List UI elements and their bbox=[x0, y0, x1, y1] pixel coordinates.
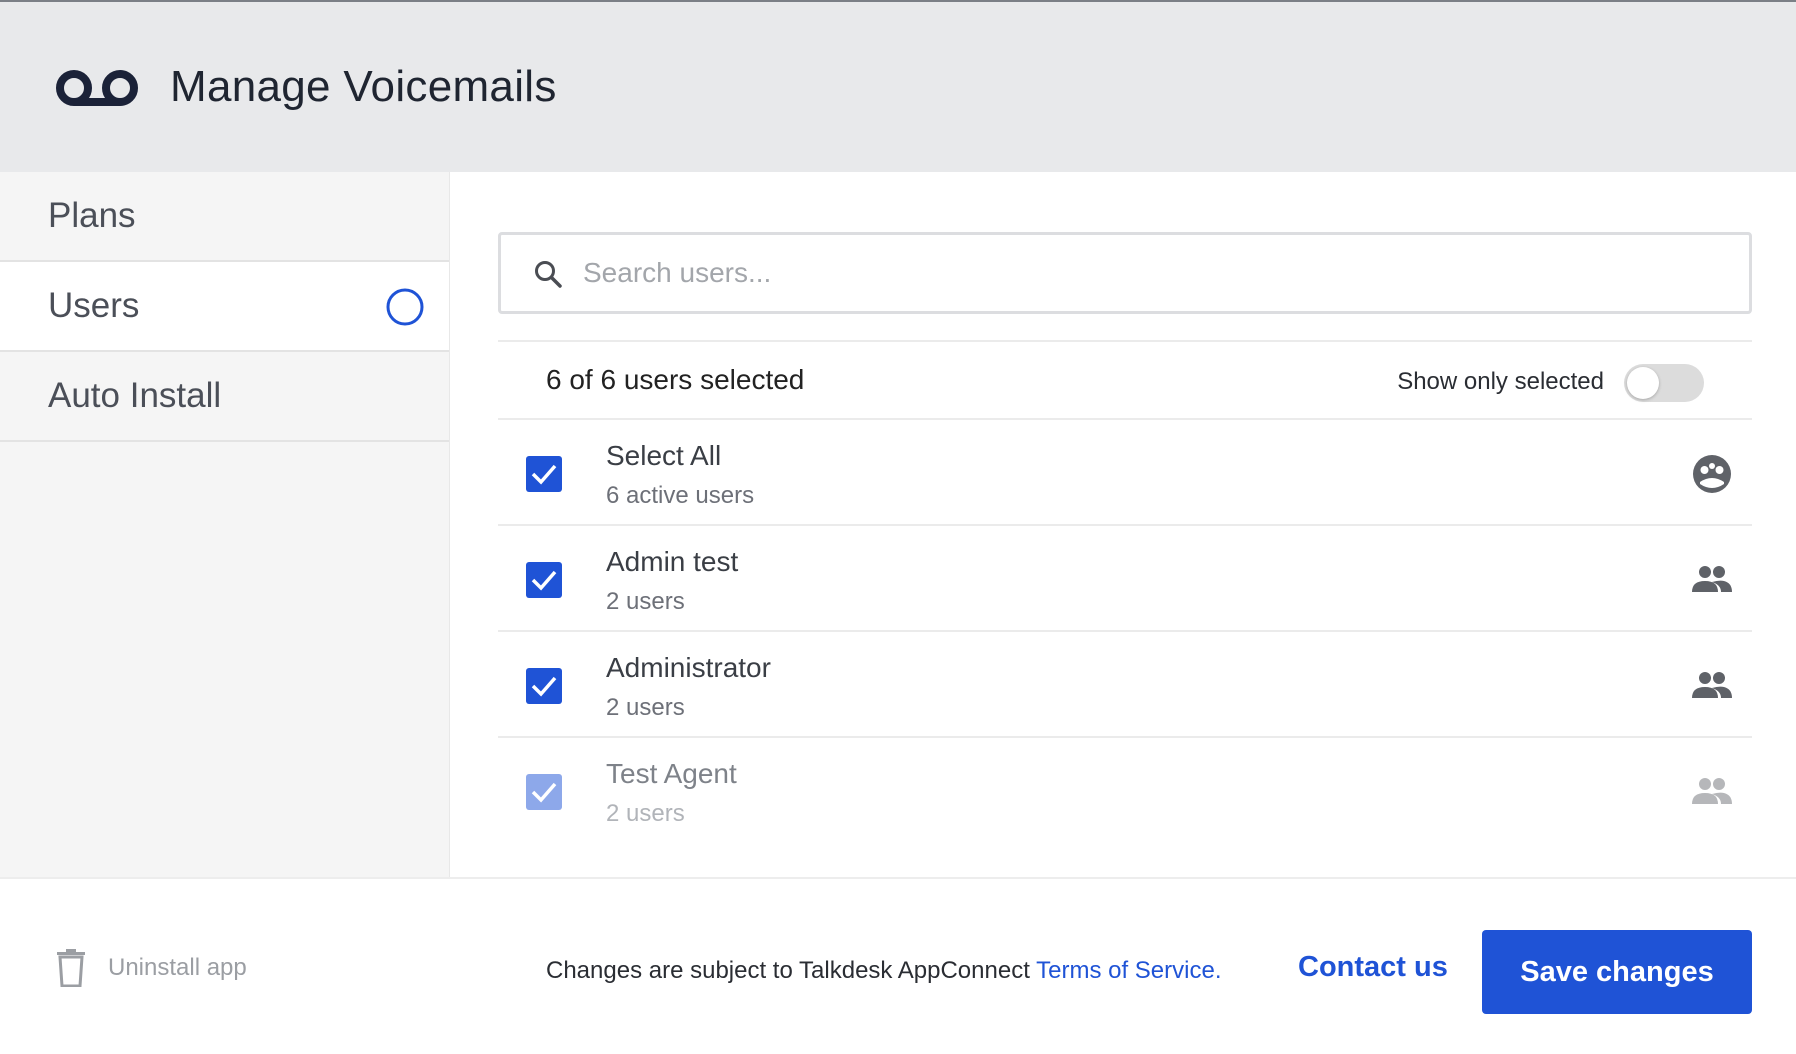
voicemail-icon bbox=[56, 70, 138, 106]
sidebar-item-plans[interactable]: Plans bbox=[0, 172, 449, 262]
group-icon bbox=[1692, 672, 1732, 698]
users-panel: 6 of 6 users selected Show only selected… bbox=[450, 172, 1796, 877]
selected-count: 6 of 6 users selected bbox=[546, 364, 805, 395]
row-name: Admin test bbox=[606, 546, 739, 577]
terms-text: Changes are subject to Talkdesk AppConne… bbox=[546, 957, 1037, 984]
footer: Uninstall app Changes are subject to Tal… bbox=[0, 877, 1796, 1054]
row-name: Select All bbox=[606, 440, 722, 471]
row-subtitle: 2 users bbox=[606, 800, 685, 827]
checkmark-icon bbox=[531, 570, 557, 591]
checkmark-icon bbox=[531, 464, 557, 485]
row-subtitle: 2 users bbox=[606, 694, 685, 721]
uninstall-app-button[interactable]: Uninstall app bbox=[56, 949, 247, 987]
checkmark-icon bbox=[531, 676, 557, 697]
sidebar-item-label: Users bbox=[48, 286, 140, 325]
row-subtitle: 2 users bbox=[606, 588, 685, 615]
search-box bbox=[498, 232, 1752, 314]
sidebar-item-label: Auto Install bbox=[48, 376, 222, 415]
row-subtitle: 6 active users bbox=[606, 482, 755, 509]
user-group-list: Select All 6 active users Admin test 2 u… bbox=[498, 420, 1752, 844]
toggle-knob bbox=[1627, 367, 1659, 399]
row-name: Test Agent bbox=[606, 758, 737, 789]
show-only-selected-label: Show only selected bbox=[1397, 368, 1604, 395]
uninstall-app-label: Uninstall app bbox=[108, 954, 247, 981]
all-users-icon bbox=[1693, 455, 1731, 493]
terms-notice: Changes are subject to Talkdesk AppConne… bbox=[546, 957, 1222, 985]
group-icon bbox=[1692, 778, 1732, 804]
trash-icon bbox=[57, 949, 85, 987]
table-row[interactable]: Administrator 2 users bbox=[498, 632, 1752, 738]
row-checkbox[interactable] bbox=[526, 668, 562, 704]
progress-ring-icon bbox=[386, 288, 424, 326]
table-row[interactable]: Admin test 2 users bbox=[498, 526, 1752, 632]
sidebar: Plans Users Auto Install bbox=[0, 172, 450, 877]
contact-us-link[interactable]: Contact us bbox=[1298, 951, 1448, 984]
search-input[interactable] bbox=[583, 245, 1713, 301]
checkmark-icon bbox=[531, 782, 557, 803]
select-all-checkbox[interactable] bbox=[526, 456, 562, 492]
save-changes-button[interactable]: Save changes bbox=[1482, 930, 1752, 1014]
row-checkbox[interactable] bbox=[526, 562, 562, 598]
app-header: Manage Voicemails bbox=[0, 2, 1796, 172]
search-icon bbox=[535, 261, 562, 288]
row-checkbox[interactable] bbox=[526, 774, 562, 810]
sidebar-item-label: Plans bbox=[48, 196, 136, 235]
selection-summary: 6 of 6 users selected Show only selected bbox=[498, 340, 1752, 420]
row-name: Administrator bbox=[606, 652, 771, 683]
table-row[interactable]: Test Agent 2 users bbox=[498, 738, 1752, 844]
terms-of-service-link[interactable]: Terms of Service. bbox=[1036, 957, 1221, 984]
sidebar-item-users[interactable]: Users bbox=[0, 262, 449, 352]
show-only-selected-toggle[interactable] bbox=[1624, 364, 1704, 402]
sidebar-item-auto-install[interactable]: Auto Install bbox=[0, 352, 449, 442]
group-icon bbox=[1692, 566, 1732, 592]
select-all-row[interactable]: Select All 6 active users bbox=[498, 420, 1752, 526]
page-title: Manage Voicemails bbox=[170, 62, 557, 111]
